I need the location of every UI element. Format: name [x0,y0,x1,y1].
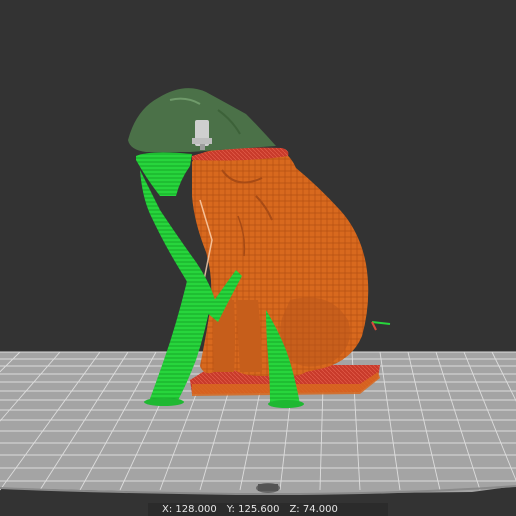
3d-viewport[interactable] [0,0,516,516]
x-coordinate: X: 128.000 [162,504,217,515]
axis-gizmo [371,321,391,331]
z-coordinate: Z: 74.000 [289,504,338,515]
y-coordinate: Y: 125.600 [226,504,280,515]
coordinates-statusbar: X: 128.000 Y: 125.600 Z: 74.000 [148,503,388,516]
